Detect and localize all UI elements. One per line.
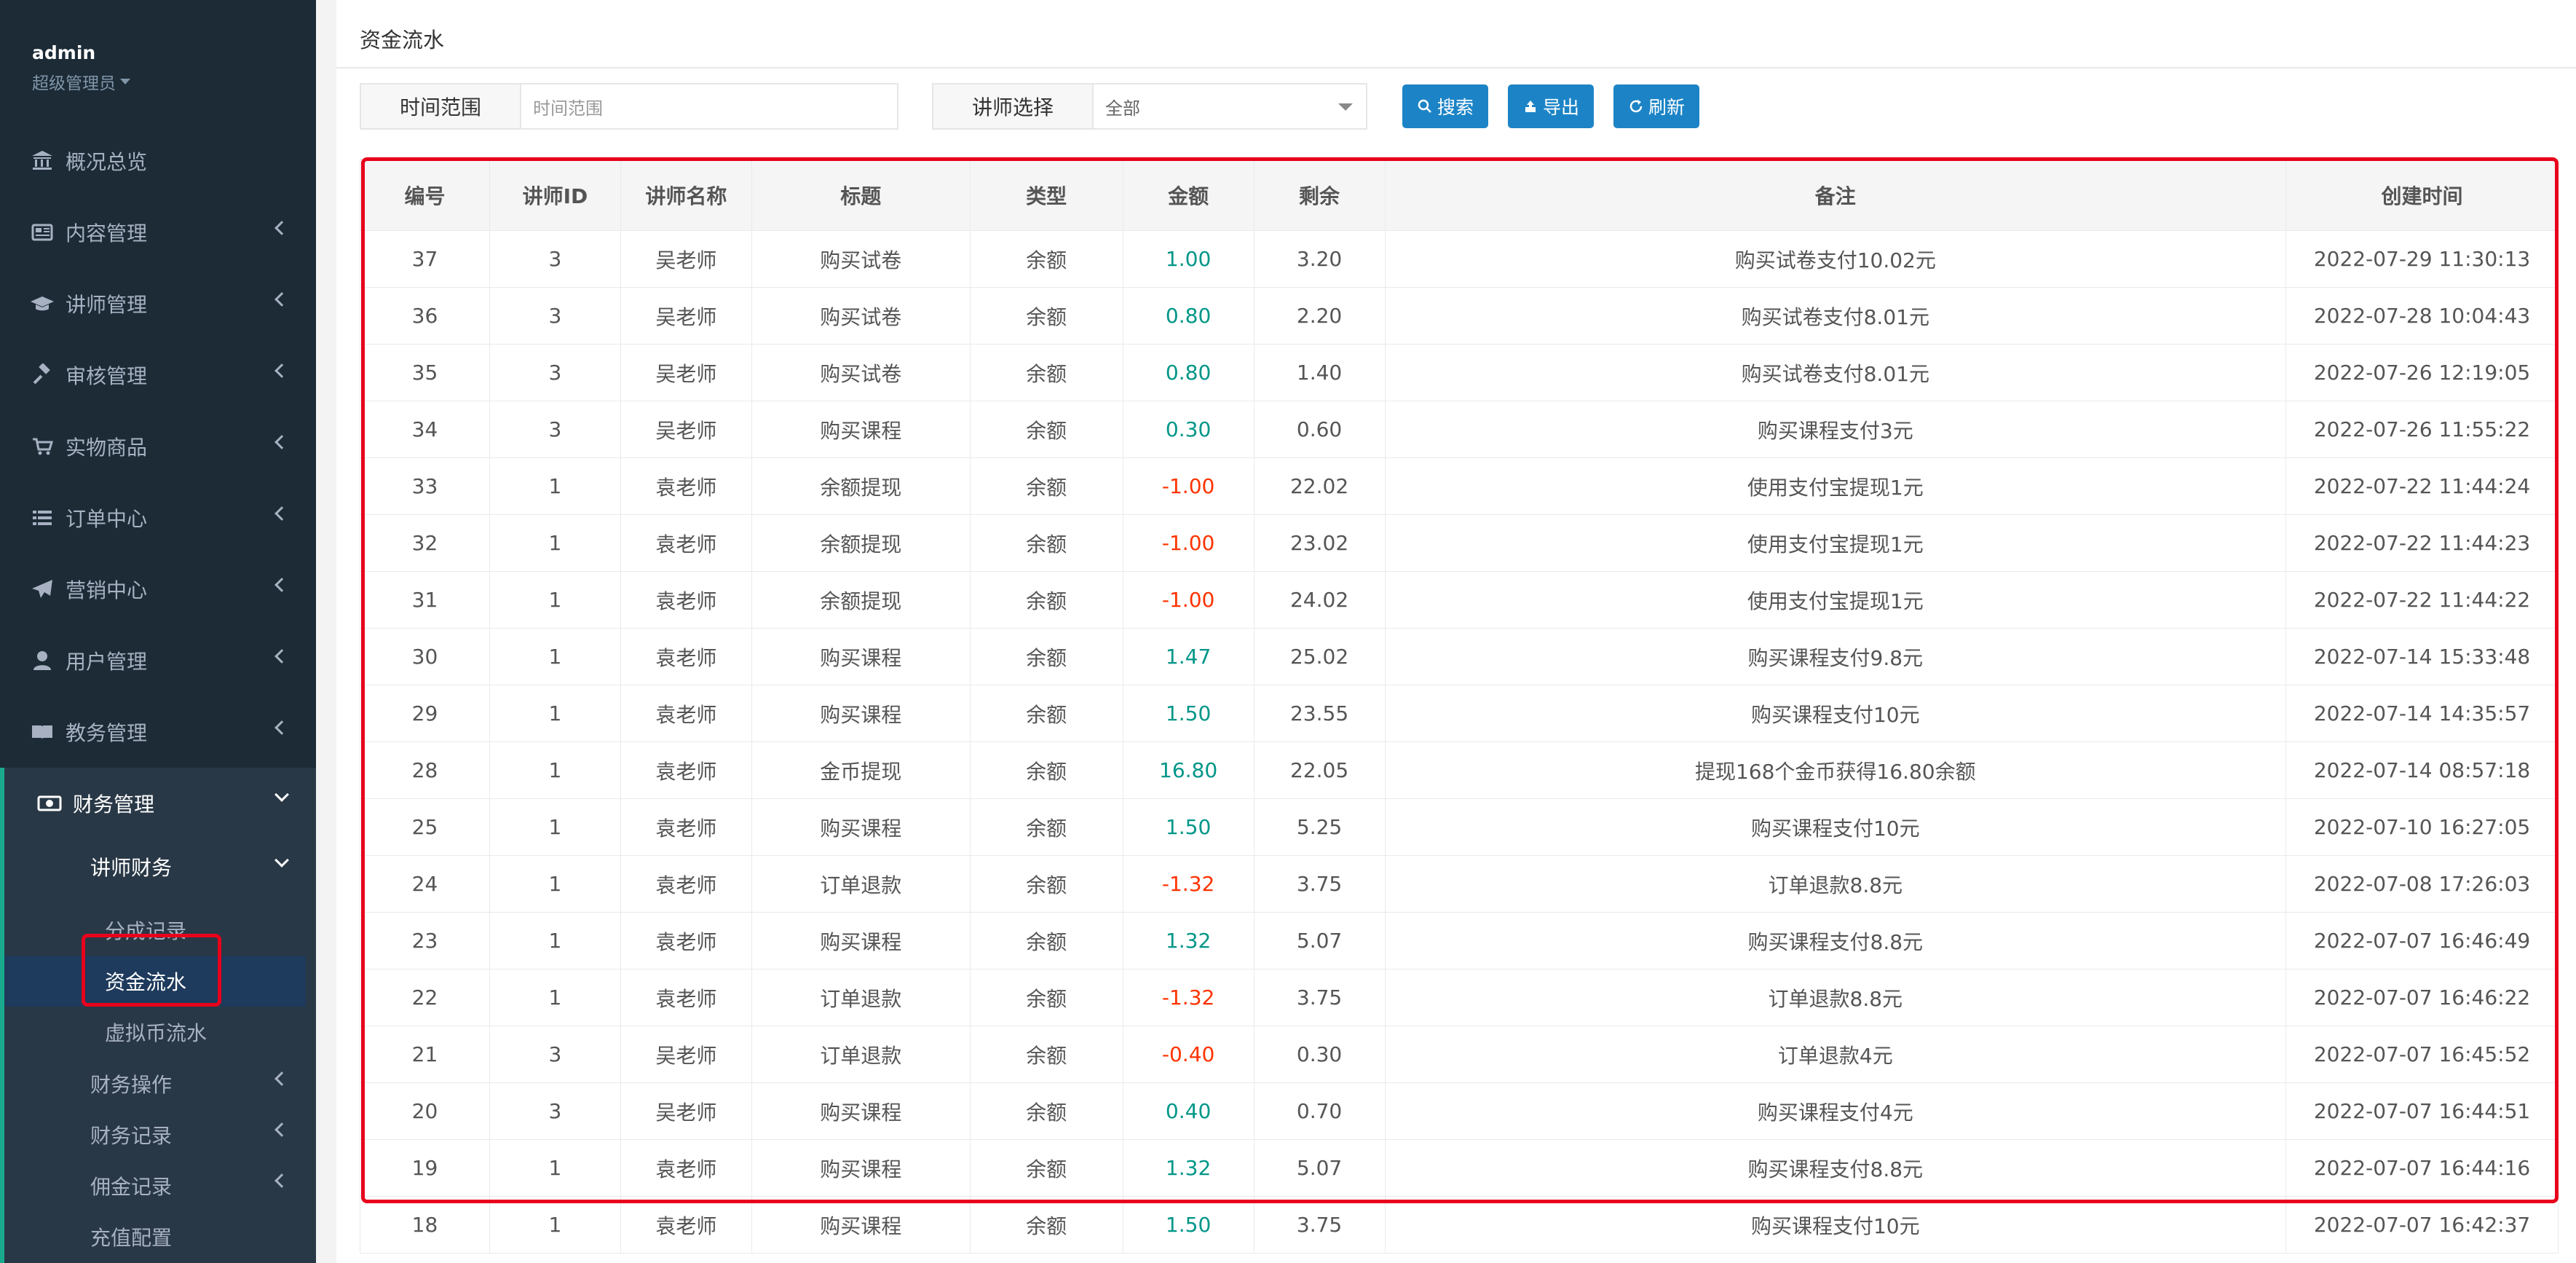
menu-item-goods[interactable]: 实物商品 (0, 411, 316, 482)
menu-label: 内容管理 (66, 221, 148, 245)
bank-icon (29, 148, 55, 174)
table-cell: 购买课程 (751, 1196, 971, 1254)
user-role: 超级管理员 (32, 74, 116, 93)
search-button[interactable]: 搜索 (1402, 84, 1488, 128)
table-cell: 购买课程支付10元 (1384, 1196, 2287, 1254)
time-range-input[interactable]: 时间范围 (520, 83, 898, 130)
user-icon (29, 648, 55, 674)
sidebar: admin 超级管理员 概况总览 内容管理 讲师管理 审核管理 实物商品 订单中… (0, 0, 316, 1263)
search-icon (1418, 99, 1431, 113)
teacher-select-value: 全部 (1105, 98, 1140, 119)
submenu-finance-records[interactable]: 财务记录 (90, 1120, 172, 1149)
chevron-left-icon (274, 292, 289, 307)
chevron-left-icon (274, 1122, 289, 1137)
username: admin (32, 42, 96, 63)
submenu-label: 财务操作 (90, 1073, 173, 1097)
book-icon (29, 719, 55, 745)
chevron-down-icon (274, 853, 289, 867)
table-cell: 1.50 (1122, 1196, 1255, 1254)
export-button[interactable]: 导出 (1508, 84, 1594, 128)
menu-item-overview[interactable]: 概况总览 (0, 125, 316, 197)
submenu-finance-operations[interactable]: 财务操作 (90, 1069, 172, 1098)
menu-label: 用户管理 (66, 650, 148, 674)
menu-label: 财务管理 (73, 792, 155, 817)
menu-item-content[interactable]: 内容管理 (0, 197, 316, 268)
divider (336, 67, 2576, 68)
graduation-cap-icon (29, 291, 55, 317)
chevron-left-icon (274, 649, 289, 664)
table-cell: 袁老师 (620, 1196, 752, 1254)
menu-item-teacher[interactable]: 讲师管理 (0, 268, 316, 339)
chevron-down-icon (274, 787, 289, 802)
menu-item-users[interactable]: 用户管理 (0, 625, 316, 696)
table-row[interactable]: 18 1 袁老师 购买课程 余额 1.50 3.75 购买课程支付10元 2022-07-07 … (360, 1196, 2559, 1254)
menu-item-audit[interactable]: 审核管理 (0, 339, 316, 411)
page-title: 资金流水 (360, 28, 445, 52)
table-cell: 18 (360, 1196, 490, 1254)
teacher-select-label: 讲师选择 (932, 83, 1094, 130)
menu-label: 审核管理 (66, 364, 148, 388)
export-icon (1525, 101, 1536, 112)
chevron-left-icon (274, 363, 289, 378)
chevron-left-icon (274, 1173, 289, 1188)
chevron-left-icon (274, 506, 289, 521)
search-label: 搜索 (1437, 97, 1474, 118)
submenu-recharge-config[interactable]: 充值配置 (90, 1222, 172, 1251)
highlight-box (361, 157, 2559, 1203)
gavel-icon (29, 362, 55, 388)
submenu-commission-records[interactable]: 佣金记录 (90, 1171, 172, 1200)
highlight-box (82, 934, 221, 1007)
submenu-label: 财务记录 (90, 1124, 173, 1148)
menu-item-finance[interactable]: 财务管理 (0, 768, 316, 839)
table-cell: 3.75 (1253, 1196, 1386, 1254)
export-label: 导出 (1542, 97, 1579, 118)
menu-label: 讲师管理 (66, 293, 148, 317)
time-range-label: 时间范围 (360, 83, 521, 130)
user-profile[interactable]: admin 超级管理员 (32, 42, 130, 94)
menu-item-marketing[interactable]: 营销中心 (0, 554, 316, 625)
caret-down-icon (120, 79, 130, 84)
submenu-label: 讲师财务 (90, 856, 173, 880)
list-icon (29, 505, 55, 531)
menu-label: 教务管理 (66, 721, 148, 745)
cart-icon (29, 433, 55, 460)
table-cell: 余额 (969, 1196, 1123, 1254)
menu-label: 营销中心 (66, 578, 148, 602)
money-icon (36, 790, 63, 817)
table-cell: 1 (489, 1196, 621, 1254)
chevron-left-icon (274, 578, 289, 592)
teacher-select[interactable]: 全部 (1092, 83, 1367, 130)
paper-plane-icon (29, 576, 55, 602)
menu-item-academic[interactable]: 教务管理 (0, 696, 316, 768)
menu-label: 概况总览 (66, 150, 148, 174)
leaf-label: 虚拟币流水 (105, 1021, 208, 1045)
newspaper-icon (29, 219, 55, 245)
menu-label: 订单中心 (66, 507, 148, 531)
refresh-icon (1629, 100, 1643, 113)
finance-submenu: 讲师财务 分成记录 资金流水 虚拟币流水 财务操作 财务记录 佣金记录 充值配置 (0, 839, 316, 1263)
chevron-left-icon (274, 435, 289, 449)
table-cell: 2022-07-07 16:42:37 (2285, 1196, 2559, 1254)
chevron-left-icon (274, 1071, 289, 1086)
refresh-label: 刷新 (1648, 97, 1685, 118)
menu-label: 实物商品 (66, 436, 148, 460)
leaf-virtual-coin-flow[interactable]: 虚拟币流水 (4, 1007, 306, 1058)
chevron-left-icon (274, 221, 289, 235)
submenu-label: 佣金记录 (90, 1175, 173, 1199)
chevron-left-icon (274, 720, 289, 735)
submenu-teacher-finance[interactable]: 讲师财务 (90, 852, 172, 881)
refresh-button[interactable]: 刷新 (1613, 84, 1699, 128)
menu-item-orders[interactable]: 订单中心 (0, 482, 316, 554)
chevron-down-icon (1338, 103, 1353, 111)
user-role-dropdown[interactable]: 超级管理员 (32, 69, 130, 94)
submenu-label: 充值配置 (90, 1226, 173, 1250)
